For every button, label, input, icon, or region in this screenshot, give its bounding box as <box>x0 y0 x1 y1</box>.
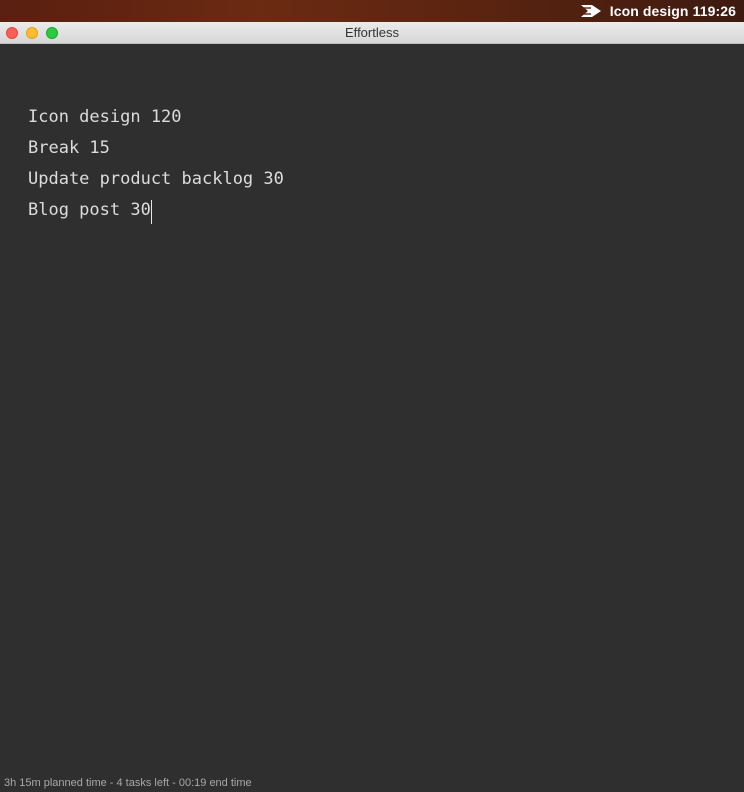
task-line[interactable]: Icon design 120 <box>28 105 284 136</box>
window-title: Effortless <box>345 25 399 40</box>
task-editor[interactable]: Icon design 120 Break 15 Update product … <box>0 44 744 772</box>
maximize-button[interactable] <box>46 27 58 39</box>
task-line-text: Icon design 120 <box>28 107 182 127</box>
task-list: Icon design 120 Break 15 Update product … <box>28 105 284 229</box>
menubar-status-text[interactable]: Icon design 119:26 <box>610 3 736 19</box>
effortless-arrow-icon[interactable] <box>580 4 602 18</box>
footer-summary: 3h 15m planned time - 4 tasks left - 00:… <box>4 777 252 789</box>
window-titlebar[interactable]: Effortless <box>0 22 744 44</box>
window-controls <box>6 27 58 39</box>
task-line-text: Blog post 30 <box>28 200 151 220</box>
task-line-text: Break 15 <box>28 138 110 158</box>
task-line[interactable]: Blog post 30 <box>28 198 284 229</box>
close-button[interactable] <box>6 27 18 39</box>
task-line[interactable]: Break 15 <box>28 136 284 167</box>
task-line[interactable]: Update product backlog 30 <box>28 167 284 198</box>
text-caret <box>150 200 152 224</box>
menu-bar: Icon design 119:26 <box>0 0 744 22</box>
minimize-button[interactable] <box>26 27 38 39</box>
task-line-text: Update product backlog 30 <box>28 169 284 189</box>
